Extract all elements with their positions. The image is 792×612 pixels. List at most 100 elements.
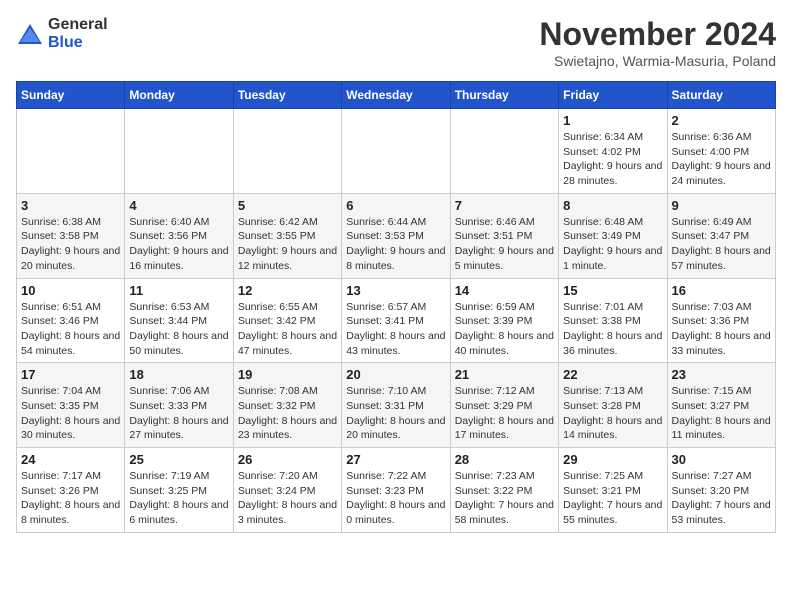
day-number: 22 (563, 367, 662, 382)
day-number: 16 (672, 283, 771, 298)
day-info: Sunrise: 7:17 AM Sunset: 3:26 PM Dayligh… (21, 469, 120, 528)
day-number: 29 (563, 452, 662, 467)
calendar-cell: 27 Sunrise: 7:22 AM Sunset: 3:23 PM Dayli… (342, 448, 450, 533)
calendar-cell: 13 Sunrise: 6:57 AM Sunset: 3:41 PM Dayli… (342, 278, 450, 363)
day-number: 11 (129, 283, 228, 298)
calendar-cell: 21 Sunrise: 7:12 AM Sunset: 3:29 PM Dayli… (450, 363, 558, 448)
day-info: Sunrise: 7:13 AM Sunset: 3:28 PM Dayligh… (563, 384, 662, 443)
calendar-cell: 25 Sunrise: 7:19 AM Sunset: 3:25 PM Dayli… (125, 448, 233, 533)
calendar-cell (125, 109, 233, 194)
day-info: Sunrise: 6:59 AM Sunset: 3:39 PM Dayligh… (455, 300, 554, 359)
day-info: Sunrise: 7:19 AM Sunset: 3:25 PM Dayligh… (129, 469, 228, 528)
calendar-cell (342, 109, 450, 194)
day-info: Sunrise: 7:03 AM Sunset: 3:36 PM Dayligh… (672, 300, 771, 359)
day-number: 7 (455, 198, 554, 213)
day-number: 28 (455, 452, 554, 467)
day-info: Sunrise: 6:34 AM Sunset: 4:02 PM Dayligh… (563, 130, 662, 189)
day-number: 14 (455, 283, 554, 298)
day-number: 9 (672, 198, 771, 213)
day-number: 23 (672, 367, 771, 382)
calendar-cell: 26 Sunrise: 7:20 AM Sunset: 3:24 PM Dayli… (233, 448, 341, 533)
logo-blue: Blue (48, 34, 83, 51)
logo: General Blue (16, 16, 108, 52)
calendar-cell: 8Sunrise: 6:48 AM Sunset: 3:49 PM Daylig… (559, 193, 667, 278)
calendar-cell: 16 Sunrise: 7:03 AM Sunset: 3:36 PM Dayli… (667, 278, 775, 363)
calendar-cell: 30Sunrise: 7:27 AM Sunset: 3:20 PM Dayli… (667, 448, 775, 533)
day-number: 21 (455, 367, 554, 382)
calendar-cell: 29 Sunrise: 7:25 AM Sunset: 3:21 PM Dayli… (559, 448, 667, 533)
day-info: Sunrise: 7:01 AM Sunset: 3:38 PM Dayligh… (563, 300, 662, 359)
calendar-cell: 9 Sunrise: 6:49 AM Sunset: 3:47 PM Daylig… (667, 193, 775, 278)
calendar-cell: 6Sunrise: 6:44 AM Sunset: 3:53 PM Daylig… (342, 193, 450, 278)
day-info: Sunrise: 6:51 AM Sunset: 3:46 PM Dayligh… (21, 300, 120, 359)
day-number: 27 (346, 452, 445, 467)
day-info: Sunrise: 6:49 AM Sunset: 3:47 PM Dayligh… (672, 215, 771, 274)
calendar-cell: 10 Sunrise: 6:51 AM Sunset: 3:46 PM Dayli… (17, 278, 125, 363)
logo-general: General (48, 16, 108, 33)
day-info: Sunrise: 7:20 AM Sunset: 3:24 PM Dayligh… (238, 469, 337, 528)
calendar-cell (233, 109, 341, 194)
day-number: 15 (563, 283, 662, 298)
day-number: 8 (563, 198, 662, 213)
calendar-cell: 24 Sunrise: 7:17 AM Sunset: 3:26 PM Dayli… (17, 448, 125, 533)
day-info: Sunrise: 7:08 AM Sunset: 3:32 PM Dayligh… (238, 384, 337, 443)
day-number: 13 (346, 283, 445, 298)
day-info: Sunrise: 7:04 AM Sunset: 3:35 PM Dayligh… (21, 384, 120, 443)
calendar-cell: 17Sunrise: 7:04 AM Sunset: 3:35 PM Dayli… (17, 363, 125, 448)
day-info: Sunrise: 6:38 AM Sunset: 3:58 PM Dayligh… (21, 215, 120, 274)
calendar-cell: 5 Sunrise: 6:42 AM Sunset: 3:55 PM Daylig… (233, 193, 341, 278)
weekday-header: Sunday (17, 82, 125, 109)
weekday-header: Saturday (667, 82, 775, 109)
day-number: 5 (238, 198, 337, 213)
calendar-cell: 28 Sunrise: 7:23 AM Sunset: 3:22 PM Dayli… (450, 448, 558, 533)
day-info: Sunrise: 6:55 AM Sunset: 3:42 PM Dayligh… (238, 300, 337, 359)
weekday-header: Thursday (450, 82, 558, 109)
day-number: 1 (563, 113, 662, 128)
calendar-week-row: 24 Sunrise: 7:17 AM Sunset: 3:26 PM Dayli… (17, 448, 776, 533)
calendar-cell: 23 Sunrise: 7:15 AM Sunset: 3:27 PM Dayli… (667, 363, 775, 448)
calendar-cell: 14 Sunrise: 6:59 AM Sunset: 3:39 PM Dayli… (450, 278, 558, 363)
calendar-cell: 3 Sunrise: 6:38 AM Sunset: 3:58 PM Daylig… (17, 193, 125, 278)
day-number: 19 (238, 367, 337, 382)
day-number: 6 (346, 198, 445, 213)
day-info: Sunrise: 7:23 AM Sunset: 3:22 PM Dayligh… (455, 469, 554, 528)
calendar-cell: 11 Sunrise: 6:53 AM Sunset: 3:44 PM Dayli… (125, 278, 233, 363)
day-info: Sunrise: 7:06 AM Sunset: 3:33 PM Dayligh… (129, 384, 228, 443)
day-number: 4 (129, 198, 228, 213)
calendar-cell: 19 Sunrise: 7:08 AM Sunset: 3:32 PM Dayli… (233, 363, 341, 448)
calendar-week-row: 3 Sunrise: 6:38 AM Sunset: 3:58 PM Daylig… (17, 193, 776, 278)
day-number: 12 (238, 283, 337, 298)
page-header: General Blue November 2024 Swietajno, Wa… (16, 16, 776, 69)
day-number: 24 (21, 452, 120, 467)
title-block: November 2024 Swietajno, Warmia-Masuria,… (539, 16, 776, 69)
weekday-header: Monday (125, 82, 233, 109)
calendar-cell: 15 Sunrise: 7:01 AM Sunset: 3:38 PM Dayli… (559, 278, 667, 363)
day-info: Sunrise: 7:25 AM Sunset: 3:21 PM Dayligh… (563, 469, 662, 528)
calendar-cell: 18 Sunrise: 7:06 AM Sunset: 3:33 PM Dayli… (125, 363, 233, 448)
day-number: 3 (21, 198, 120, 213)
calendar-cell: 22 Sunrise: 7:13 AM Sunset: 3:28 PM Dayli… (559, 363, 667, 448)
day-number: 20 (346, 367, 445, 382)
day-number: 26 (238, 452, 337, 467)
day-info: Sunrise: 6:53 AM Sunset: 3:44 PM Dayligh… (129, 300, 228, 359)
calendar-table: SundayMondayTuesdayWednesdayThursdayFrid… (16, 81, 776, 533)
day-info: Sunrise: 7:12 AM Sunset: 3:29 PM Dayligh… (455, 384, 554, 443)
day-info: Sunrise: 7:22 AM Sunset: 3:23 PM Dayligh… (346, 469, 445, 528)
logo-icon (16, 22, 44, 46)
calendar-cell: 20 Sunrise: 7:10 AM Sunset: 3:31 PM Dayli… (342, 363, 450, 448)
day-info: Sunrise: 6:42 AM Sunset: 3:55 PM Dayligh… (238, 215, 337, 274)
calendar-cell: 4Sunrise: 6:40 AM Sunset: 3:56 PM Daylig… (125, 193, 233, 278)
weekday-header: Friday (559, 82, 667, 109)
day-number: 10 (21, 283, 120, 298)
calendar-cell: 7Sunrise: 6:46 AM Sunset: 3:51 PM Daylig… (450, 193, 558, 278)
calendar-week-row: 10 Sunrise: 6:51 AM Sunset: 3:46 PM Dayli… (17, 278, 776, 363)
calendar-cell (450, 109, 558, 194)
calendar-cell (17, 109, 125, 194)
day-info: Sunrise: 6:57 AM Sunset: 3:41 PM Dayligh… (346, 300, 445, 359)
day-number: 25 (129, 452, 228, 467)
day-number: 18 (129, 367, 228, 382)
logo-text: General Blue (48, 16, 108, 52)
day-info: Sunrise: 7:15 AM Sunset: 3:27 PM Dayligh… (672, 384, 771, 443)
day-info: Sunrise: 7:10 AM Sunset: 3:31 PM Dayligh… (346, 384, 445, 443)
weekday-header: Tuesday (233, 82, 341, 109)
